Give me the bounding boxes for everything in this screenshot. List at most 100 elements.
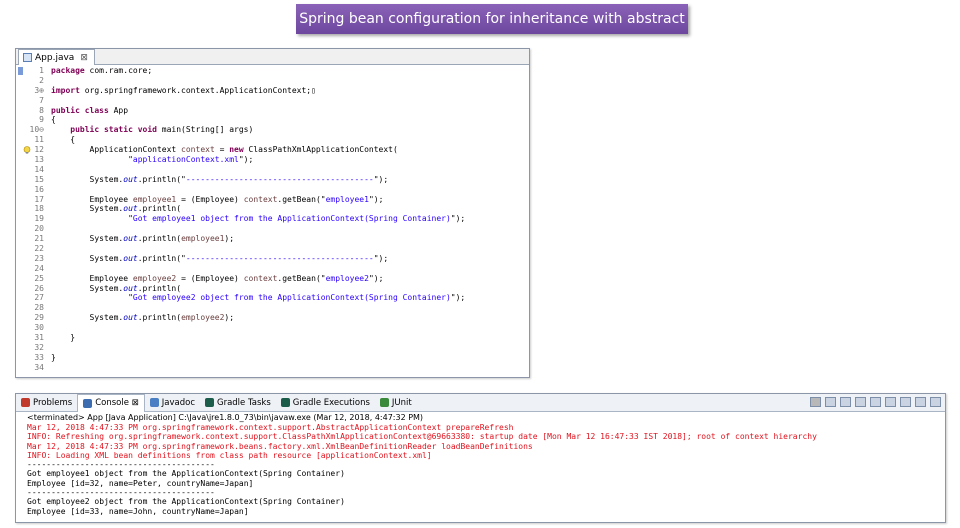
code-line[interactable]: 20 (16, 224, 529, 234)
code-token: "); (238, 155, 254, 165)
code-token: public class (51, 105, 109, 115)
word-wrap-icon[interactable] (870, 397, 881, 407)
line-number: 11 (34, 135, 44, 145)
slide-title-banner: Spring bean configuration for inheritanc… (296, 4, 688, 34)
code-line[interactable]: 21 System.out.println(employee1); (16, 234, 529, 244)
console-line: Mar 12, 2018 4:47:33 PM org.springframew… (27, 423, 514, 432)
tab-junit[interactable]: JUnit (375, 394, 417, 411)
code-token: System. (51, 174, 124, 184)
code-line[interactable]: 9{ (16, 115, 529, 125)
tab-label: Javadoc (161, 397, 195, 408)
code-line[interactable]: 32 (16, 343, 529, 353)
code-line[interactable]: 25 Employee employee2 = (Employee) conte… (16, 274, 529, 284)
code-text: { (51, 135, 75, 145)
java-editor[interactable]: App.java ⊠ 1 package com.ram.core; 2 3⊕ impo… (15, 48, 530, 378)
code-line[interactable]: 15 System.out.println("-----------------… (16, 175, 529, 185)
code-token: out (123, 204, 138, 214)
terminated-status: <terminated> App [Java Application] C:\J… (27, 413, 424, 422)
console-view[interactable]: Problems Console ⊠ Javadoc Gradle Tasks Grad… (15, 393, 946, 523)
code-token: .println( (137, 283, 182, 293)
code-token: main(String[] args) (156, 125, 254, 135)
code-line[interactable]: 26 System.out.println( (16, 284, 529, 294)
code-token: ); (224, 234, 235, 244)
code-line[interactable]: 19 "Got employee1 object from the Applic… (16, 214, 529, 224)
code-area[interactable]: 1 package com.ram.core; 2 3⊕ import org.spri… (16, 66, 529, 377)
code-text: System.out.println( (51, 283, 182, 294)
code-token: System. (51, 313, 124, 323)
close-tab-icon[interactable]: ⊠ (80, 53, 88, 63)
line-number: 8 (39, 105, 44, 115)
code-token: out (123, 174, 138, 184)
line-number: 29 (34, 313, 44, 323)
code-line[interactable]: 31 } (16, 333, 529, 343)
code-token: "); (373, 253, 389, 263)
code-line[interactable]: 14 (16, 165, 529, 175)
code-line[interactable]: 8 public class App (16, 106, 529, 116)
code-token: out (123, 283, 138, 293)
code-token: .println(" (137, 253, 186, 263)
code-token: " (51, 155, 133, 165)
code-line[interactable]: 3⊕ import org.springframework.context.App… (16, 86, 529, 96)
editor-tab-app-java[interactable]: App.java ⊠ (18, 49, 95, 65)
scroll-lock-icon[interactable] (855, 397, 866, 407)
code-line[interactable]: 1 package com.ram.core; (16, 66, 529, 76)
code-line[interactable]: 7 (16, 96, 529, 106)
display-console-icon[interactable] (900, 397, 911, 407)
tab-problems[interactable]: Problems (16, 394, 77, 411)
code-token: System. (51, 253, 124, 263)
code-line[interactable]: 27 "Got employee2 object from the Applic… (16, 293, 529, 303)
code-line[interactable]: 29 System.out.println(employee2); (16, 313, 529, 323)
code-token: employee2 (325, 273, 369, 283)
tab-label: Problems (33, 397, 73, 408)
line-number: 34 (34, 362, 44, 372)
tab-gradle-tasks[interactable]: Gradle Tasks (200, 394, 276, 411)
new-console-icon[interactable] (915, 397, 926, 407)
code-line[interactable]: 16 (16, 185, 529, 195)
code-line[interactable]: 24 (16, 264, 529, 274)
line-number: 10⊖ (29, 125, 44, 135)
line-number: 18 (34, 204, 44, 214)
code-line[interactable]: 34 (16, 363, 529, 373)
code-token: .println( (137, 234, 182, 244)
tab-console[interactable]: Console ⊠ (77, 393, 145, 412)
code-line[interactable]: 11 { (16, 135, 529, 145)
line-number: 12 (34, 145, 44, 155)
code-token: Employee (51, 273, 133, 283)
code-line[interactable]: 33} (16, 353, 529, 363)
console-output[interactable]: Mar 12, 2018 4:47:33 PM org.springframew… (27, 423, 817, 516)
code-token: ClassPathXmlApplicationContext( (243, 145, 398, 155)
code-line[interactable]: 17 Employee employee1 = (Employee) conte… (16, 195, 529, 205)
code-line[interactable]: 2 (16, 76, 529, 86)
junit-icon (379, 398, 389, 407)
code-token: } (51, 333, 76, 343)
code-token: .getBean(" (277, 194, 326, 204)
code-token: context (181, 145, 215, 155)
console-line: Employee [id=32, name=Peter, countryName… (27, 478, 254, 488)
code-token: package (51, 66, 85, 75)
terminate-icon[interactable] (810, 397, 821, 407)
code-line[interactable]: 18 System.out.println( (16, 204, 529, 214)
code-line[interactable]: 30 (16, 323, 529, 333)
remove-all-icon[interactable] (840, 397, 851, 407)
code-token: context (243, 194, 278, 204)
pin-icon[interactable] (885, 397, 896, 407)
code-line[interactable]: 23 System.out.println("-----------------… (16, 254, 529, 264)
code-token: = (214, 145, 230, 155)
remove-launch-icon[interactable] (825, 397, 836, 407)
code-line[interactable]: 12 ApplicationContext context = new Clas… (16, 145, 529, 155)
code-line[interactable]: 10⊖ public static void main(String[] arg… (16, 125, 529, 135)
console-line: --------------------------------------- (27, 460, 215, 470)
slide-title: Spring bean configuration for inheritanc… (299, 11, 685, 27)
tab-gradle-executions[interactable]: Gradle Executions (276, 394, 375, 411)
code-token: .println( (137, 313, 182, 323)
tab-javadoc[interactable]: Javadoc (145, 394, 200, 411)
open-console-icon[interactable] (930, 397, 941, 407)
code-token: out (123, 313, 138, 323)
code-line[interactable]: 28 (16, 303, 529, 313)
code-line[interactable]: 22 (16, 244, 529, 254)
code-token: context (243, 273, 278, 283)
view-tab-bar: Problems Console ⊠ Javadoc Gradle Tasks Grad… (16, 393, 945, 412)
code-line[interactable]: 13 "applicationContext.xml"); (16, 155, 529, 165)
line-number: 28 (34, 303, 44, 313)
